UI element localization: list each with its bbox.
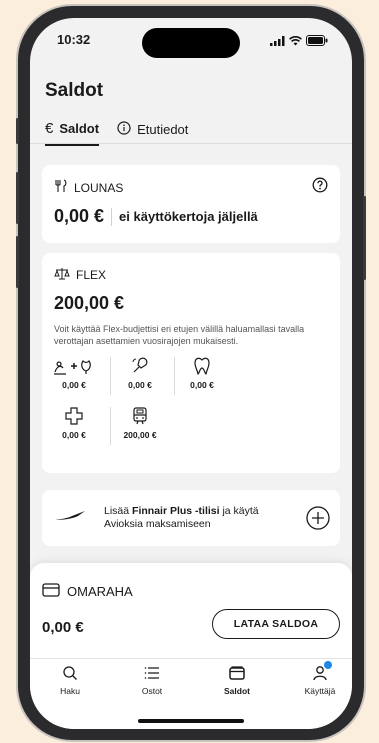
- nav-label: Ostot: [141, 686, 163, 696]
- side-button-volume-up: [16, 172, 19, 224]
- list-icon: [122, 663, 182, 683]
- side-button-action: [16, 118, 19, 144]
- lounas-card[interactable]: LOUNAS 0,00 € ei käyttökertoja jäljellä: [42, 165, 340, 243]
- massage-plus-wellness-icon: [44, 355, 104, 377]
- wifi-icon: [289, 33, 302, 51]
- notification-dot: [324, 661, 332, 669]
- omaraha-amount: 0,00 €: [42, 619, 84, 636]
- search-icon: [40, 663, 100, 683]
- nav-item-ostot[interactable]: Ostot: [122, 663, 182, 696]
- nav-item-saldot[interactable]: Saldot: [207, 663, 267, 696]
- finnair-text: Lisää Finnair Plus -tilisi ja käytä Avio…: [104, 505, 284, 531]
- nav-item-haku[interactable]: Haku: [40, 663, 100, 696]
- nav-label: Haku: [60, 686, 80, 696]
- benefit-dental[interactable]: 0,00 €: [172, 355, 232, 390]
- tab-divider: [30, 143, 352, 144]
- wallet-icon: [207, 663, 267, 683]
- user-icon: [290, 661, 350, 683]
- tab-label: Etutiedot: [137, 122, 189, 137]
- benefit-value: 0,00 €: [128, 380, 152, 390]
- cutlery-icon: [54, 179, 68, 196]
- divider: [111, 207, 113, 226]
- status-time: 10:32: [57, 32, 91, 47]
- phone-screen: 10:32 Saldot € Saldot Etutiedot LOUNAS 0…: [30, 18, 352, 729]
- nav-label: Käyttäjä: [304, 686, 336, 696]
- help-icon[interactable]: [312, 177, 328, 198]
- train-icon: [110, 405, 170, 427]
- wallet-card-icon: [42, 583, 60, 600]
- tab-label: Saldot: [59, 121, 100, 136]
- lounas-title: LOUNAS: [74, 180, 124, 195]
- home-indicator: [138, 719, 244, 723]
- bottom-sheet: OMARAHA 0,00 € LATAA SALDOA Haku Ostot S…: [30, 563, 352, 729]
- benefit-commute[interactable]: 200,00 €: [110, 405, 170, 440]
- benefit-wellness[interactable]: 0,00 €: [44, 355, 104, 390]
- lounas-amount: 0,00 €: [54, 206, 105, 226]
- status-icons: [270, 33, 328, 51]
- benefit-value: 0,00 €: [62, 380, 86, 390]
- omaraha-header: OMARAHA: [42, 583, 133, 600]
- tooth-icon: [172, 355, 232, 377]
- page-title: Saldot: [45, 80, 104, 101]
- benefit-culture[interactable]: 0,00 €: [110, 355, 170, 390]
- benefit-value: 200,00 €: [123, 430, 157, 440]
- finnair-text-bold[interactable]: Finnair Plus -tilisi: [132, 505, 220, 517]
- bottom-nav: Haku Ostot Saldot Käyttäjä: [30, 661, 352, 713]
- flex-card[interactable]: FLEX 200,00 € Voit käyttää Flex-budjetti…: [42, 253, 340, 473]
- flex-description: Voit käyttää Flex-budjettisi eri etujen …: [54, 324, 305, 346]
- omaraha-title: OMARAHA: [67, 584, 133, 599]
- benefit-value: 0,00 €: [190, 380, 214, 390]
- side-button-power: [363, 196, 366, 280]
- tab-etutiedot[interactable]: Etutiedot: [117, 121, 188, 145]
- health-cross-icon: [44, 405, 104, 427]
- lounas-note: ei käyttökertoja jäljellä: [119, 209, 258, 224]
- add-plus-icon[interactable]: [306, 506, 330, 535]
- lataa-saldoa-button[interactable]: LATAA SALDOA: [212, 609, 340, 639]
- finnair-text-prefix: Lisää: [104, 505, 133, 517]
- flex-title: FLEX: [76, 268, 107, 282]
- side-button-volume-down: [16, 236, 19, 288]
- nav-label: Saldot: [224, 686, 250, 696]
- divider: [30, 658, 352, 659]
- finnair-card[interactable]: Lisää Finnair Plus -tilisi ja käytä Avio…: [42, 490, 340, 546]
- balance-scale-icon: [54, 267, 70, 283]
- finnair-logo-icon: [54, 509, 86, 527]
- signal-icon: [270, 33, 285, 51]
- dynamic-island: [142, 28, 240, 58]
- status-bar: 10:32: [30, 18, 352, 60]
- benefit-health[interactable]: 0,00 €: [44, 405, 104, 440]
- euro-icon: €: [45, 120, 54, 137]
- info-icon: [117, 121, 131, 138]
- nav-item-kayttaja[interactable]: Käyttäjä: [290, 661, 350, 696]
- benefit-value: 0,00 €: [62, 430, 86, 440]
- culture-icon: [110, 355, 170, 377]
- flex-amount: 200,00 €: [54, 293, 125, 313]
- battery-icon: [306, 33, 328, 51]
